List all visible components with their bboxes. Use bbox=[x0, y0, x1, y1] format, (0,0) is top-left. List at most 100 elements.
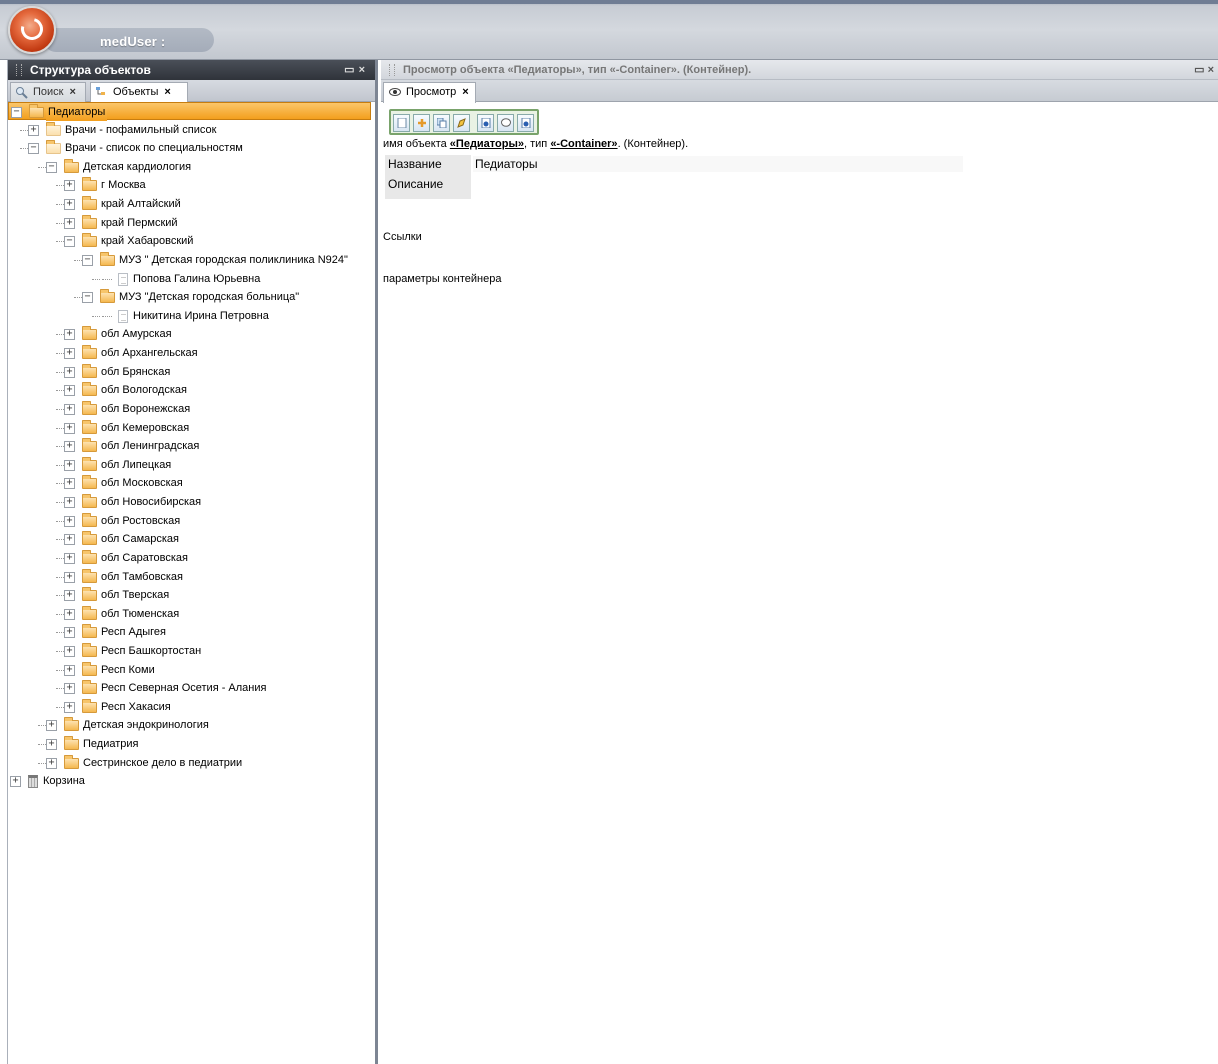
expand-toggle-icon[interactable]: + bbox=[64, 701, 75, 713]
tree-node[interactable]: + Респ Адыгея bbox=[8, 623, 375, 641]
drag-grip-icon[interactable] bbox=[389, 64, 395, 76]
tree-node[interactable]: + Респ Хакасия bbox=[8, 698, 375, 716]
tree-node[interactable]: + Респ Северная Осетия - Алания bbox=[8, 679, 375, 697]
tree-node[interactable]: + край Пермский bbox=[8, 214, 375, 232]
tab-close-icon[interactable]: × bbox=[164, 86, 170, 98]
collapse-toggle-icon[interactable]: − bbox=[11, 107, 22, 118]
expand-toggle-icon[interactable]: + bbox=[64, 515, 75, 527]
help-icon[interactable] bbox=[517, 114, 534, 132]
expand-toggle-icon[interactable]: + bbox=[64, 348, 75, 360]
expand-toggle-icon[interactable]: + bbox=[64, 441, 75, 453]
expand-toggle-icon[interactable]: + bbox=[64, 180, 75, 192]
tree-node[interactable]: + Корзина bbox=[8, 772, 375, 790]
tree-node[interactable]: − Врачи - список по специальностям bbox=[8, 139, 375, 157]
tree-node[interactable]: + обл Воронежская bbox=[8, 400, 375, 418]
tab-close-icon[interactable]: × bbox=[462, 86, 468, 98]
expand-toggle-icon[interactable]: + bbox=[64, 422, 75, 434]
info-icon[interactable] bbox=[477, 114, 494, 132]
drag-grip-icon[interactable] bbox=[16, 64, 22, 76]
tree-node[interactable]: + обл Тверская bbox=[8, 586, 375, 604]
tree-node[interactable]: + обл Архангельская bbox=[8, 344, 375, 362]
expand-toggle-icon[interactable]: + bbox=[64, 683, 75, 695]
tree-node[interactable]: − край Хабаровский bbox=[8, 232, 375, 250]
tree-node[interactable]: + обл Ленинградская bbox=[8, 437, 375, 455]
expand-toggle-icon[interactable]: + bbox=[64, 590, 75, 602]
tree-node[interactable]: + Респ Башкортостан bbox=[8, 642, 375, 660]
tree-node[interactable]: + обл Вологодская bbox=[8, 381, 375, 399]
app-logo[interactable] bbox=[8, 6, 56, 54]
close-icon[interactable]: × bbox=[359, 64, 369, 76]
expand-toggle-icon[interactable]: + bbox=[64, 534, 75, 546]
collapse-toggle-icon[interactable]: − bbox=[82, 254, 93, 266]
tree-connector bbox=[56, 706, 64, 708]
folder-icon bbox=[82, 382, 97, 397]
object-type-link[interactable]: «-Container» bbox=[550, 138, 617, 150]
expand-toggle-icon[interactable]: + bbox=[64, 664, 75, 676]
tree-node[interactable]: + Сестринское дело в педиатрии bbox=[8, 754, 375, 772]
tree-node[interactable]: + обл Самарская bbox=[8, 530, 375, 548]
tree-node[interactable]: + обл Новосибирская bbox=[8, 493, 375, 511]
comment-icon[interactable] bbox=[497, 114, 514, 132]
expand-toggle-icon[interactable]: + bbox=[28, 124, 39, 136]
collapse-toggle-icon[interactable]: − bbox=[82, 292, 93, 304]
tree-node[interactable]: + обл Саратовская bbox=[8, 549, 375, 567]
tree-node[interactable]: + обл Липецкая bbox=[8, 456, 375, 474]
tree-node[interactable]: + обл Брянская bbox=[8, 363, 375, 381]
edit-icon[interactable] bbox=[453, 114, 470, 132]
expand-toggle-icon[interactable]: + bbox=[64, 403, 75, 415]
tree-node[interactable]: + Респ Коми bbox=[8, 661, 375, 679]
tab-close-icon[interactable]: × bbox=[69, 86, 75, 98]
expand-toggle-icon[interactable]: + bbox=[64, 366, 75, 378]
tree-node[interactable]: − МУЗ " Детская городская поликлиника N92… bbox=[8, 251, 375, 269]
tree-node[interactable]: + Врачи - пофамильный список bbox=[8, 121, 375, 139]
app-header: medUser : bbox=[0, 0, 1218, 60]
maximize-icon[interactable]: ▭ × bbox=[1194, 60, 1214, 80]
copy-icon[interactable] bbox=[433, 114, 450, 132]
tree-node[interactable]: + обл Амурская bbox=[8, 325, 375, 343]
tree-node[interactable]: + обл Кемеровская bbox=[8, 419, 375, 437]
tree-node[interactable]: + Детская эндокринология bbox=[8, 716, 375, 734]
collapse-toggle-icon[interactable]: − bbox=[46, 161, 57, 173]
expand-toggle-icon[interactable]: + bbox=[46, 739, 57, 751]
tree-node[interactable]: Никитина Ирина Петровна bbox=[8, 307, 375, 325]
tree-node[interactable]: − Педиаторы bbox=[8, 102, 371, 121]
maximize-icon[interactable]: ▭ bbox=[344, 64, 358, 76]
add-icon[interactable] bbox=[413, 114, 430, 132]
tab-view[interactable]: Просмотр × bbox=[383, 82, 476, 103]
tree-node[interactable]: − Детская кардиология bbox=[8, 158, 375, 176]
expand-toggle-icon[interactable]: + bbox=[64, 571, 75, 583]
expand-toggle-icon[interactable]: + bbox=[64, 497, 75, 509]
tree-node[interactable]: + обл Тюменская bbox=[8, 605, 375, 623]
tree-node-label: обл Амурская bbox=[101, 328, 172, 341]
expand-toggle-icon[interactable]: + bbox=[64, 645, 75, 657]
tab-search[interactable]: Поиск × bbox=[10, 82, 86, 102]
expand-toggle-icon[interactable]: + bbox=[64, 552, 75, 564]
tree-node[interactable]: + г Москва bbox=[8, 176, 375, 194]
tree-node[interactable]: Попова Галина Юрьевна bbox=[8, 270, 375, 288]
collapse-toggle-icon[interactable]: − bbox=[64, 236, 75, 248]
expand-toggle-icon[interactable]: + bbox=[64, 385, 75, 397]
tree-node[interactable]: − МУЗ "Детская городская больница" bbox=[8, 288, 375, 306]
expand-toggle-icon[interactable]: + bbox=[46, 757, 57, 769]
expand-toggle-icon[interactable]: + bbox=[64, 329, 75, 341]
tree-node[interactable]: + край Алтайский bbox=[8, 195, 375, 213]
panel-title: Структура объектов bbox=[30, 63, 151, 77]
expand-toggle-icon[interactable]: + bbox=[64, 627, 75, 639]
new-icon[interactable] bbox=[393, 114, 410, 132]
expand-toggle-icon[interactable]: + bbox=[64, 459, 75, 471]
expand-toggle-icon[interactable]: + bbox=[64, 217, 75, 229]
tree-node[interactable]: + обл Московская bbox=[8, 474, 375, 492]
expand-toggle-icon[interactable]: + bbox=[64, 608, 75, 620]
expand-toggle-icon[interactable]: + bbox=[46, 720, 57, 732]
expand-toggle-icon[interactable]: + bbox=[10, 776, 21, 788]
tab-objects[interactable]: Объекты × bbox=[90, 82, 188, 103]
user-label[interactable]: medUser : bbox=[100, 34, 165, 49]
expand-toggle-icon[interactable]: + bbox=[64, 199, 75, 211]
tree-connector bbox=[56, 669, 64, 671]
object-name-link[interactable]: «Педиаторы» bbox=[450, 138, 524, 150]
expand-toggle-icon[interactable]: + bbox=[64, 478, 75, 490]
tree-node[interactable]: + обл Тамбовская bbox=[8, 568, 375, 586]
collapse-toggle-icon[interactable]: − bbox=[28, 143, 39, 155]
tree-node[interactable]: + Педиатрия bbox=[8, 735, 375, 753]
tree-node[interactable]: + обл Ростовская bbox=[8, 512, 375, 530]
